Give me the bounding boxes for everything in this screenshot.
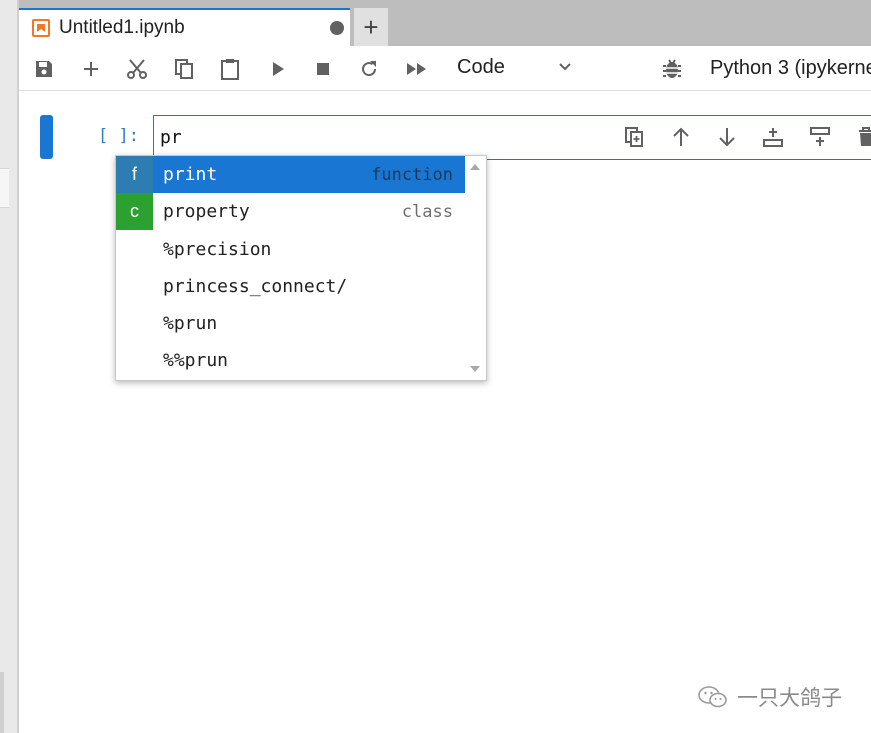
left-sidebar [0, 0, 19, 733]
kernel-name[interactable]: Python 3 (ipykerne [710, 57, 871, 80]
watermark-text: 一只大鸽子 [737, 687, 842, 710]
add-cell-icon[interactable] [78, 56, 104, 82]
duplicate-cell-icon[interactable] [621, 124, 647, 150]
insert-below-icon[interactable] [807, 124, 833, 150]
notebook-toolbar: Code Python 3 (ipykerne [19, 46, 871, 91]
cell-code[interactable]: pr [160, 127, 182, 148]
completer-scrollbar[interactable] [464, 156, 486, 380]
completer-item-label: print [163, 164, 218, 185]
notebook-icon [32, 19, 50, 37]
completer-item-label: princess_connect/ [163, 276, 348, 297]
stop-icon[interactable] [310, 56, 336, 82]
move-down-icon[interactable] [714, 124, 740, 150]
restart-icon[interactable] [356, 56, 382, 82]
bug-icon[interactable] [659, 56, 685, 82]
tab-title: Untitled1.ipynb [59, 17, 185, 38]
completer-item-precision[interactable]: %precision [116, 231, 465, 268]
completer-item-type: class [401, 201, 453, 222]
chevron-down-icon[interactable] [557, 58, 573, 79]
sidebar-tab[interactable] [0, 168, 9, 208]
cell-prompt: [ ]: [98, 126, 139, 146]
fast-forward-icon[interactable] [404, 56, 430, 82]
function-type-icon: f [116, 156, 153, 193]
unsaved-dot-icon[interactable] [330, 21, 344, 35]
cell-editor[interactable]: pr [153, 115, 871, 160]
wechat-icon [698, 686, 727, 708]
move-up-icon[interactable] [668, 124, 694, 150]
completer-item-type: function [371, 164, 453, 185]
cut-icon[interactable] [124, 56, 150, 82]
sidebar-tab-lower[interactable] [0, 672, 4, 733]
watermark: 一只大鸽子 [697, 682, 842, 712]
class-type-icon: c [116, 193, 153, 230]
run-icon[interactable] [265, 56, 291, 82]
sidebar-edge [17, 0, 19, 733]
completer-dropdown[interactable]: f print function c property class %preci… [115, 155, 487, 381]
save-icon[interactable] [31, 56, 57, 82]
completer-item-print[interactable]: f print function [116, 156, 465, 193]
completer-item-label: property [163, 201, 250, 222]
paste-icon[interactable] [217, 56, 243, 82]
scroll-down-arrow-icon[interactable] [470, 366, 480, 372]
completer-item-cell-prun[interactable]: %%prun [116, 342, 465, 379]
add-tab-button[interactable]: + [354, 8, 388, 46]
document-tabbar: Untitled1.ipynb + [19, 0, 871, 46]
completer-item-princess-connect[interactable]: princess_connect/ [116, 268, 465, 305]
cell-type-select[interactable]: Code [457, 56, 505, 79]
insert-above-icon[interactable] [760, 124, 786, 150]
completer-item-label: %%prun [163, 350, 229, 371]
copy-icon[interactable] [171, 56, 197, 82]
completer-item-label: %precision [163, 239, 272, 260]
delete-cell-icon[interactable] [853, 124, 871, 150]
completer-item-prun[interactable]: %prun [116, 305, 465, 342]
cell-collapser[interactable] [40, 115, 53, 159]
jupyterlab-window: Untitled1.ipynb + Code Python 3 (ipykern… [0, 0, 871, 733]
completer-item-property[interactable]: c property class [116, 193, 465, 230]
tab-untitled1[interactable]: Untitled1.ipynb [19, 8, 350, 46]
scroll-up-arrow-icon[interactable] [470, 164, 480, 170]
completer-item-label: %prun [163, 313, 218, 334]
